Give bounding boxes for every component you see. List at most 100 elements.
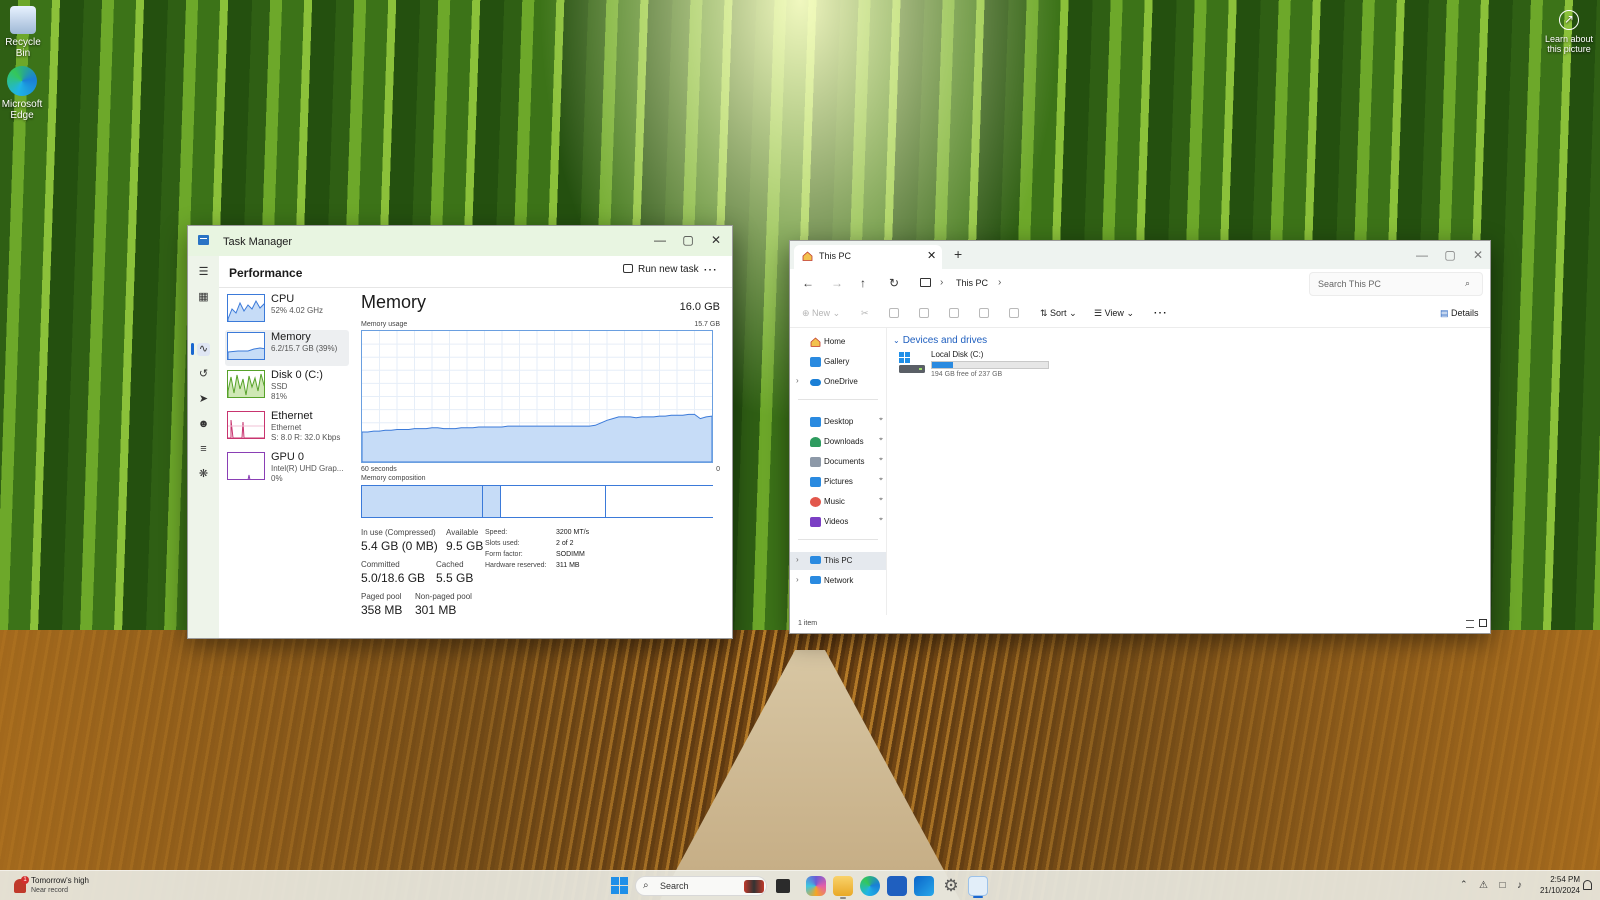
clock-date[interactable]: 21/10/2024	[1530, 886, 1580, 895]
search-input[interactable]	[1310, 273, 1460, 295]
app-history-icon[interactable]: ↺	[197, 368, 210, 381]
task-manager-taskbar-icon[interactable]	[968, 876, 988, 898]
nav-item-documents[interactable]: Documents ⌖	[790, 453, 886, 471]
network-icon[interactable]: □	[1497, 880, 1508, 891]
share-icon[interactable]	[979, 308, 989, 318]
minimize-button[interactable]: —	[646, 226, 674, 254]
weather-widget[interactable]: 1 Tomorrow's high Near record	[14, 876, 134, 898]
performance-icon[interactable]: ∿	[197, 343, 210, 356]
nav-item-onedrive[interactable]: › OneDrive	[790, 373, 886, 391]
task-view-icon[interactable]	[776, 879, 790, 893]
rename-icon[interactable]	[949, 308, 959, 318]
details-icon[interactable]: ≡	[197, 443, 210, 456]
close-button[interactable]: ✕	[1464, 241, 1490, 269]
pin-icon[interactable]: ⌖	[879, 416, 883, 424]
memory-usage-label: Memory usage	[361, 321, 408, 328]
sort-button[interactable]: ⇅ Sort ⌄	[1040, 308, 1077, 319]
nav-item-network[interactable]: › Network	[790, 572, 886, 590]
file-explorer-taskbar-icon[interactable]	[833, 876, 853, 899]
new-tab-button[interactable]: +	[954, 246, 962, 262]
maximize-button[interactable]: ▢	[1436, 241, 1464, 269]
more-options-button[interactable]: ⋯	[1153, 304, 1167, 321]
pin-icon[interactable]: ⌖	[879, 516, 883, 524]
back-arrow-icon[interactable]: ←	[802, 276, 814, 290]
details-view-icon[interactable]	[1466, 620, 1474, 628]
breadcrumb-this-pc[interactable]: This PC	[956, 278, 988, 288]
search-icon[interactable]: ⌕	[1465, 278, 1470, 289]
nav-item-gallery[interactable]: Gallery	[790, 353, 886, 371]
up-arrow-icon[interactable]: ↑	[860, 276, 866, 290]
nav-item-downloads[interactable]: Downloads ⌖	[790, 433, 886, 451]
nav-item-this-pc[interactable]: › This PC	[790, 552, 886, 570]
forward-arrow-icon[interactable]: →	[831, 276, 843, 290]
desktop-icon-edge[interactable]: Microsoft Edge	[0, 66, 47, 121]
perf-item-gpu[interactable]: GPU 0 Intel(R) UHD Grap... 0%	[225, 450, 349, 486]
memory-usage-graph-svg	[361, 331, 713, 463]
microsoft-store-icon[interactable]	[887, 876, 907, 896]
volume-icon[interactable]: ♪	[1514, 880, 1525, 891]
perf-item-memory[interactable]: Memory 6.2/15.7 GB (39%)	[225, 330, 349, 366]
clock-time[interactable]: 2:54 PM	[1540, 875, 1580, 884]
perf-item-ethernet[interactable]: Ethernet Ethernet S: 8.0 R: 32.0 Kbps	[225, 409, 349, 445]
task-manager-app-icon	[198, 235, 209, 245]
copilot-icon[interactable]	[806, 876, 826, 896]
cut-icon[interactable]: ✂	[861, 308, 869, 319]
startup-apps-icon[interactable]: ➤	[197, 393, 210, 406]
nav-item-videos[interactable]: Videos ⌖	[790, 513, 886, 531]
notification-bell-icon[interactable]	[1583, 880, 1592, 890]
tab-close-icon[interactable]: ✕	[927, 249, 936, 262]
tab-this-pc[interactable]: This PC ✕	[794, 245, 942, 269]
details-pane-button[interactable]: ▤ Details	[1440, 308, 1479, 319]
services-icon[interactable]: ❋	[197, 468, 210, 481]
pin-icon[interactable]: ⌖	[879, 496, 883, 504]
edge-taskbar-icon[interactable]	[860, 876, 880, 896]
task-manager-titlebar[interactable]: Task Manager — ▢ ✕	[188, 226, 732, 256]
desktop-icon-recycle-bin[interactable]: Recycle Bin	[0, 6, 48, 59]
pin-icon[interactable]: ⌖	[879, 436, 883, 444]
chevron-right-icon[interactable]: ›	[998, 277, 1001, 288]
view-button[interactable]: ☰ View ⌄	[1094, 308, 1134, 319]
nav-item-home[interactable]: Home	[790, 333, 886, 351]
hamburger-menu-icon[interactable]: ☰	[197, 266, 210, 279]
drive-local-disk-c[interactable]: Local Disk (C:) 194 GB free of 237 GB	[899, 350, 1059, 380]
chevron-right-icon[interactable]: ›	[796, 575, 799, 584]
delete-icon[interactable]	[1009, 308, 1019, 318]
perf-item-cpu[interactable]: CPU 52% 4.02 GHz	[225, 292, 349, 328]
chevron-right-icon[interactable]: ›	[796, 555, 799, 564]
copy-icon[interactable]	[889, 308, 899, 318]
perf-item-name: CPU	[271, 293, 295, 305]
address-bar[interactable]: › This PC ›	[918, 272, 1299, 296]
run-task-icon	[623, 264, 633, 273]
explorer-tab-bar[interactable]: This PC ✕ + — ▢ ✕	[790, 241, 1490, 269]
new-button[interactable]: ⊕ New ⌄	[802, 308, 840, 319]
perf-item-sub: Ethernet S: 8.0 R: 32.0 Kbps	[271, 423, 341, 442]
music-icon	[810, 497, 821, 507]
perf-item-disk[interactable]: Disk 0 (C:) SSD 81%	[225, 368, 349, 404]
run-new-task-button[interactable]: Run new task	[623, 264, 699, 275]
close-button[interactable]: ✕	[702, 226, 730, 254]
start-button[interactable]	[610, 876, 630, 896]
refresh-icon[interactable]: ↻	[889, 276, 899, 290]
nav-item-desktop[interactable]: Desktop ⌖	[790, 413, 886, 431]
item-count: 1 item	[798, 620, 818, 627]
pin-icon[interactable]: ⌖	[879, 456, 883, 464]
pin-icon[interactable]: ⌖	[879, 476, 883, 484]
learn-about-picture-button[interactable]: ↗ Learn about this picture	[1540, 10, 1598, 54]
chevron-right-icon[interactable]: ›	[796, 376, 799, 385]
paste-icon[interactable]	[919, 308, 929, 318]
outlook-icon[interactable]	[914, 876, 934, 896]
maximize-button[interactable]: ▢	[674, 226, 702, 254]
devices-and-drives-header[interactable]: ⌄ Devices and drives	[893, 335, 987, 346]
shield-icon[interactable]: ⚠	[1478, 880, 1489, 891]
show-hidden-icons-chevron-icon[interactable]: ⌃	[1460, 879, 1468, 890]
settings-gear-icon[interactable]: ⚙	[941, 876, 961, 896]
tiles-view-icon[interactable]	[1479, 619, 1487, 627]
users-icon[interactable]: ☻	[197, 418, 210, 431]
nav-divider	[798, 539, 878, 540]
nav-item-pictures[interactable]: Pictures ⌖	[790, 473, 886, 491]
processes-icon[interactable]: ▦	[197, 291, 210, 304]
more-options-button[interactable]: ⋯	[703, 261, 718, 278]
nav-item-music[interactable]: Music ⌖	[790, 493, 886, 511]
minimize-button[interactable]: —	[1408, 241, 1436, 269]
taskbar-search-box[interactable]: ⌕ Search	[635, 876, 767, 896]
